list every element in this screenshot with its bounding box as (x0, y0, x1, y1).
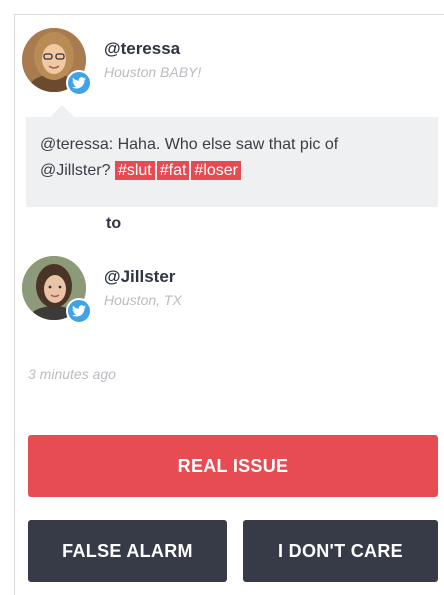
message-line-1: @teressa: Haha. Who else saw that pic of (40, 136, 339, 153)
twitter-bird-icon (66, 298, 92, 324)
sender-avatar[interactable] (22, 28, 92, 96)
twitter-bird-icon (66, 70, 92, 96)
hashtag-slut[interactable]: #slut (114, 161, 155, 180)
message-mention: @Jillster? (40, 162, 111, 179)
recipient-avatar[interactable] (22, 256, 92, 324)
sender-location: Houston BABY! (104, 64, 202, 80)
timestamp: 3 minutes ago (28, 366, 116, 382)
hashtag-loser[interactable]: #loser (191, 161, 241, 180)
sender-handle[interactable]: @teressa (104, 38, 201, 60)
dont-care-button[interactable]: I DON'T CARE (243, 520, 438, 582)
false-alarm-button[interactable]: FALSE ALARM (28, 520, 227, 582)
sender-info: @teressa Houston BABY! (104, 38, 201, 82)
recipient-row: @Jillster Houston, TX (22, 256, 182, 324)
message-line-2: @Jillster? #slut #fat #loser (40, 158, 424, 184)
real-issue-button[interactable]: REAL ISSUE (28, 435, 438, 497)
sender-row: @teressa Houston BABY! (22, 28, 201, 96)
hashtag-fat[interactable]: #fat (156, 161, 190, 180)
bubble-pointer (50, 105, 74, 117)
message-bubble: @teressa: Haha. Who else saw that pic of… (26, 117, 438, 207)
recipient-location: Houston, TX (104, 292, 182, 308)
recipient-info: @Jillster Houston, TX (104, 266, 182, 310)
recipient-handle[interactable]: @Jillster (104, 266, 182, 288)
to-label: to (106, 215, 122, 232)
